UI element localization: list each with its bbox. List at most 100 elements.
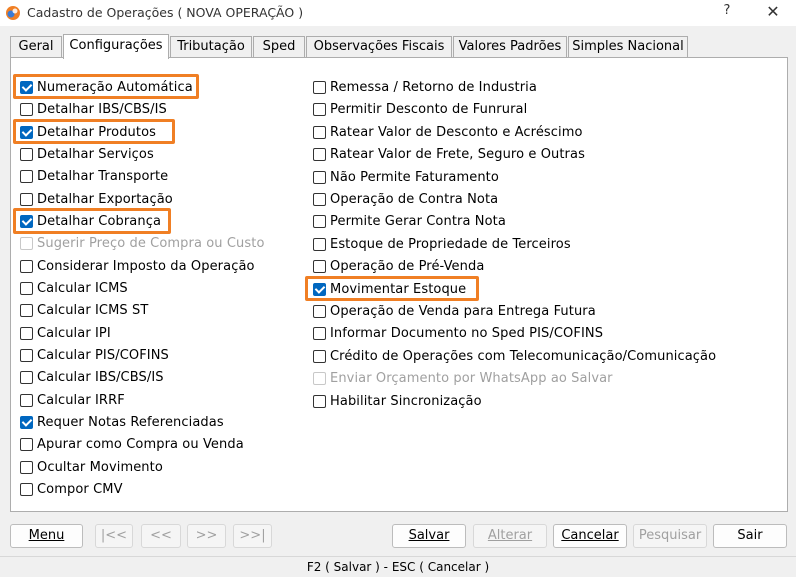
menu-button-label: Menu	[28, 528, 65, 543]
option-label: Ratear Valor de Frete, Seguro e Outras	[330, 146, 585, 162]
tab-simples-nacional[interactable]: Simples Nacional	[568, 36, 688, 57]
checkbox[interactable]	[20, 102, 33, 116]
option-label: Numeração Automática	[37, 79, 193, 95]
checkbox[interactable]	[313, 259, 326, 273]
option-label: Detalhar Cobrança	[37, 213, 162, 229]
option-row[interactable]: Detalhar Produtos	[20, 123, 156, 141]
checkbox[interactable]	[20, 192, 33, 206]
option-row[interactable]: Numeração Automática	[20, 78, 193, 96]
option-row[interactable]: Calcular IPI	[20, 324, 111, 342]
previous-record-button[interactable]: <<	[141, 524, 181, 548]
option-row[interactable]: Detalhar IBS/CBS/IS	[20, 100, 167, 118]
option-row[interactable]: Calcular PIS/COFINS	[20, 346, 169, 364]
checkbox[interactable]	[313, 80, 326, 94]
checkbox-checked[interactable]	[20, 214, 33, 228]
option-row[interactable]: Remessa / Retorno de Industria	[313, 78, 537, 96]
option-label: Movimentar Estoque	[330, 281, 467, 297]
option-row[interactable]: Operação de Venda para Entrega Futura	[313, 302, 596, 320]
option-row[interactable]: Crédito de Operações com Telecomunicação…	[313, 347, 716, 365]
option-row[interactable]: Calcular IRRF	[20, 391, 125, 409]
option-label: Operação de Venda para Entrega Futura	[330, 303, 596, 319]
checkbox-checked[interactable]	[20, 415, 33, 429]
tab-sped[interactable]: Sped	[253, 36, 305, 57]
option-row[interactable]: Compor CMV	[20, 480, 123, 498]
option-label: Crédito de Operações com Telecomunicação…	[330, 348, 717, 364]
sair-button[interactable]: Sair	[713, 524, 787, 548]
option-label: Calcular IRRF	[37, 392, 125, 408]
checkbox-checked[interactable]	[313, 282, 326, 296]
checkbox[interactable]	[20, 460, 33, 474]
option-row[interactable]: Estoque de Propriedade de Terceiros	[313, 235, 571, 253]
option-label: Detalhar Produtos	[37, 124, 157, 140]
cancelar-button[interactable]: Cancelar	[553, 524, 627, 548]
checkbox[interactable]	[20, 169, 33, 183]
checkbox[interactable]	[20, 326, 33, 340]
option-row[interactable]: Requer Notas Referenciadas	[20, 413, 224, 431]
last-record-button[interactable]: >>|	[233, 524, 272, 548]
pesquisar-button[interactable]: Pesquisar	[633, 524, 707, 548]
checkbox[interactable]	[20, 259, 33, 273]
checkbox[interactable]	[20, 482, 33, 496]
tab-geral[interactable]: Geral	[10, 36, 62, 57]
checkbox[interactable]	[313, 170, 326, 184]
checkbox[interactable]	[313, 304, 326, 318]
checkbox[interactable]	[20, 303, 33, 317]
option-label: Considerar Imposto da Operação	[37, 258, 255, 274]
option-row[interactable]: Movimentar Estoque	[313, 280, 466, 298]
checkbox-checked[interactable]	[20, 125, 33, 139]
checkbox[interactable]	[20, 147, 33, 161]
tab-bar: Geral Configurações Tributação Sped Obse…	[10, 34, 790, 59]
option-row[interactable]: Considerar Imposto da Operação	[20, 257, 255, 275]
option-row[interactable]: Calcular ICMS	[20, 279, 128, 297]
tab-observacoes-fiscais[interactable]: Observações Fiscais	[306, 36, 452, 57]
option-row[interactable]: Permitir Desconto de Funrural	[313, 100, 527, 118]
checkbox[interactable]	[313, 102, 326, 116]
option-row[interactable]: Apurar como Compra ou Venda	[20, 435, 244, 453]
checkbox[interactable]	[313, 326, 326, 340]
checkbox[interactable]	[313, 214, 326, 228]
option-row[interactable]: Ratear Valor de Desconto e Acréscimo	[313, 123, 583, 141]
checkbox[interactable]	[313, 237, 326, 251]
checkbox[interactable]	[313, 394, 326, 408]
menu-button[interactable]: Menu	[10, 524, 83, 548]
option-label: Enviar Orçamento por WhatsApp ao Salvar	[330, 370, 613, 386]
option-row[interactable]: Calcular IBS/CBS/IS	[20, 368, 164, 386]
alterar-button[interactable]: Alterar	[473, 524, 547, 548]
checkbox[interactable]	[313, 192, 326, 206]
checkbox[interactable]	[20, 348, 33, 362]
checkbox[interactable]	[313, 125, 326, 139]
option-label: Sugerir Preço de Compra ou Custo	[37, 235, 265, 251]
salvar-button[interactable]: Salvar	[392, 524, 466, 548]
option-row: Enviar Orçamento por WhatsApp ao Salvar	[313, 369, 613, 387]
option-row[interactable]: Operação de Pré-Venda	[313, 257, 484, 275]
option-row[interactable]: Calcular ICMS ST	[20, 301, 148, 319]
checkbox-checked[interactable]	[20, 80, 33, 94]
next-record-button[interactable]: >>	[187, 524, 226, 548]
help-button[interactable]: ?	[720, 3, 734, 18]
option-row[interactable]: Não Permite Faturamento	[313, 168, 499, 186]
option-row[interactable]: Detalhar Transporte	[20, 167, 168, 185]
close-button[interactable]: ✕	[758, 1, 788, 23]
checkbox[interactable]	[20, 370, 33, 384]
option-row[interactable]: Detalhar Cobrança	[20, 212, 161, 230]
option-row[interactable]: Detalhar Serviços	[20, 145, 154, 163]
option-row[interactable]: Habilitar Sincronização	[313, 392, 482, 410]
tab-configuracoes[interactable]: Configurações	[63, 34, 169, 59]
checkbox[interactable]	[20, 437, 33, 451]
checkbox[interactable]	[313, 147, 326, 161]
tab-valores-padroes[interactable]: Valores Padrões	[453, 36, 567, 57]
option-row[interactable]: Ratear Valor de Frete, Seguro e Outras	[313, 145, 585, 163]
option-row[interactable]: Detalhar Exportação	[20, 190, 173, 208]
option-label: Apurar como Compra ou Venda	[37, 436, 244, 452]
tab-tributacao[interactable]: Tributação	[170, 36, 252, 57]
option-row[interactable]: Operação de Contra Nota	[313, 190, 498, 208]
checkbox[interactable]	[20, 281, 33, 295]
option-row[interactable]: Ocultar Movimento	[20, 458, 163, 476]
checkbox[interactable]	[313, 349, 326, 363]
title-bar: Cadastro de Operações ( NOVA OPERAÇÃO ) …	[0, 0, 796, 26]
cancelar-button-label: Cancelar	[561, 528, 619, 543]
option-row[interactable]: Permite Gerar Contra Nota	[313, 212, 506, 230]
first-record-button[interactable]: |<<	[95, 524, 133, 548]
checkbox[interactable]	[20, 393, 33, 407]
option-row[interactable]: Informar Documento no Sped PIS/COFINS	[313, 324, 603, 342]
